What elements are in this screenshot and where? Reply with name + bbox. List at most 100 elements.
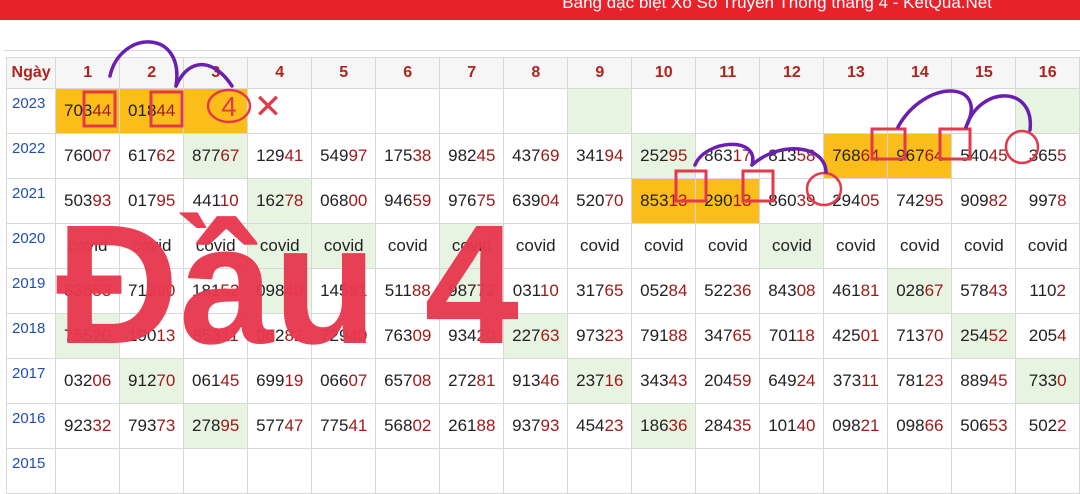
result-tail-digits: 23 <box>924 371 944 390</box>
result-head-digits: covid <box>515 236 556 255</box>
result-cell: 29405 <box>823 178 889 224</box>
result-tail-digits: 43 <box>668 371 688 390</box>
result-cell <box>1015 88 1080 134</box>
result-tail-digits: 36 <box>732 281 752 300</box>
result-cell: 34194 <box>567 133 633 179</box>
result-head-digits: 701 <box>768 326 796 345</box>
result-tail-digits: 88 <box>668 326 688 345</box>
result-tail-digits: 10 <box>539 281 559 300</box>
result-head-digits: covid <box>579 236 620 255</box>
result-tail-digits: 81 <box>860 281 880 300</box>
result-head-digits: 437 <box>512 146 541 165</box>
result-cell: 81358 <box>759 133 825 179</box>
result-head-digits: 889 <box>960 371 989 390</box>
result-tail-digits: 93 <box>540 416 560 435</box>
column-header-day-label: Ngày <box>5 57 57 89</box>
result-head-digits: 052 <box>640 281 669 300</box>
result-tail-digits: 65 <box>732 326 752 345</box>
result-head-digits: 522 <box>704 281 733 300</box>
result-cell: covid <box>567 223 633 269</box>
result-head-digits: 549 <box>320 146 349 165</box>
result-cell: 26188 <box>439 403 505 449</box>
result-cell: 85313 <box>631 178 697 224</box>
result-tail-digits: 45 <box>988 371 1008 390</box>
result-head-digits: 129 <box>256 146 285 165</box>
result-cell <box>247 448 313 494</box>
result-cell: covid <box>759 223 825 269</box>
result-cell <box>439 448 505 494</box>
result-head-digits: 347 <box>704 326 733 345</box>
result-cell: 61762 <box>119 133 185 179</box>
result-cell: 90982 <box>951 178 1017 224</box>
result-head-digits: 186 <box>640 416 669 435</box>
result-tail-digits: 47 <box>284 416 304 435</box>
result-head-digits: 973 <box>576 326 605 345</box>
result-head-digits: 733 <box>1028 371 1058 390</box>
result-head-digits: covid <box>900 236 940 255</box>
year-label: 2015 <box>5 448 57 494</box>
result-cell: 79373 <box>119 403 185 449</box>
result-tail-digits: 95 <box>924 191 944 210</box>
result-head-digits: 793 <box>128 416 157 435</box>
result-cell: 34343 <box>631 358 697 404</box>
column-header-day: 14 <box>887 57 953 89</box>
result-cell: 25295 <box>631 133 697 179</box>
result-cell: 84308 <box>759 268 825 314</box>
result-cell <box>887 88 953 134</box>
result-cell: 5022 <box>1015 403 1080 449</box>
result-cell: 10140 <box>759 403 825 449</box>
result-head-digits: 520 <box>576 191 605 210</box>
result-tail-digits: 44 <box>92 101 112 120</box>
result-tail-digits: 62 <box>156 146 176 165</box>
result-cell: covid <box>1015 223 1080 269</box>
result-tail-digits: 70 <box>604 191 624 210</box>
result-head-digits: 775 <box>320 416 349 435</box>
result-cell <box>311 88 377 134</box>
column-header-day: 11 <box>695 57 761 89</box>
result-tail-digits: 2 <box>1056 281 1066 300</box>
column-header-day: 7 <box>439 57 505 89</box>
result-head-digits: 703 <box>64 101 93 120</box>
result-cell <box>247 88 313 134</box>
result-head-digits: 768 <box>832 146 861 165</box>
column-header-day: 12 <box>759 57 825 89</box>
column-header-day: 8 <box>503 57 569 89</box>
year-label: 2020 <box>5 223 57 269</box>
column-header-day: 3 <box>183 57 249 89</box>
result-cell <box>823 448 889 494</box>
result-tail-digits: 08 <box>796 281 816 300</box>
result-cell: 1102 <box>1015 268 1080 314</box>
result-tail-digits: 84 <box>668 281 688 300</box>
result-cell: 57843 <box>951 268 1017 314</box>
result-tail-digits: 24 <box>796 371 816 390</box>
result-cell <box>759 448 825 494</box>
result-cell: covid <box>951 223 1017 269</box>
divider <box>4 50 1080 51</box>
result-head-digits: 028 <box>896 281 925 300</box>
result-tail-digits: 07 <box>92 146 112 165</box>
result-head-digits: 294 <box>832 191 861 210</box>
result-tail-digits: 0 <box>1057 371 1067 390</box>
result-cell <box>311 448 377 494</box>
result-head-digits: 853 <box>640 191 669 210</box>
table-row: 2022 76007 61762 87767 12941 54997 17538 98245 4… <box>5 133 1080 179</box>
result-tail-digits: 2 <box>1057 416 1067 435</box>
result-cell: 9978 <box>1015 178 1080 224</box>
result-tail-digits: 88 <box>476 416 496 435</box>
result-tail-digits: 4 <box>1057 326 1067 345</box>
result-tail-digits: 44 <box>156 101 176 120</box>
result-head-digits: 877 <box>192 146 221 165</box>
result-tail-digits: 70 <box>924 326 944 345</box>
result-cell: 70344 <box>55 88 121 134</box>
result-cell: 05284 <box>631 268 697 314</box>
result-cell: 97323 <box>567 313 633 359</box>
result-cell: 42501 <box>823 313 889 359</box>
year-label: 2017 <box>5 358 57 404</box>
result-tail-digits: 73 <box>156 416 176 435</box>
result-cell: covid <box>695 223 761 269</box>
result-tail-digits: 13 <box>668 191 688 210</box>
result-tail-digits: 02 <box>412 416 432 435</box>
result-cell <box>375 448 441 494</box>
result-head-digits: 577 <box>256 416 285 435</box>
result-tail-digits: 5 <box>1057 146 1067 165</box>
